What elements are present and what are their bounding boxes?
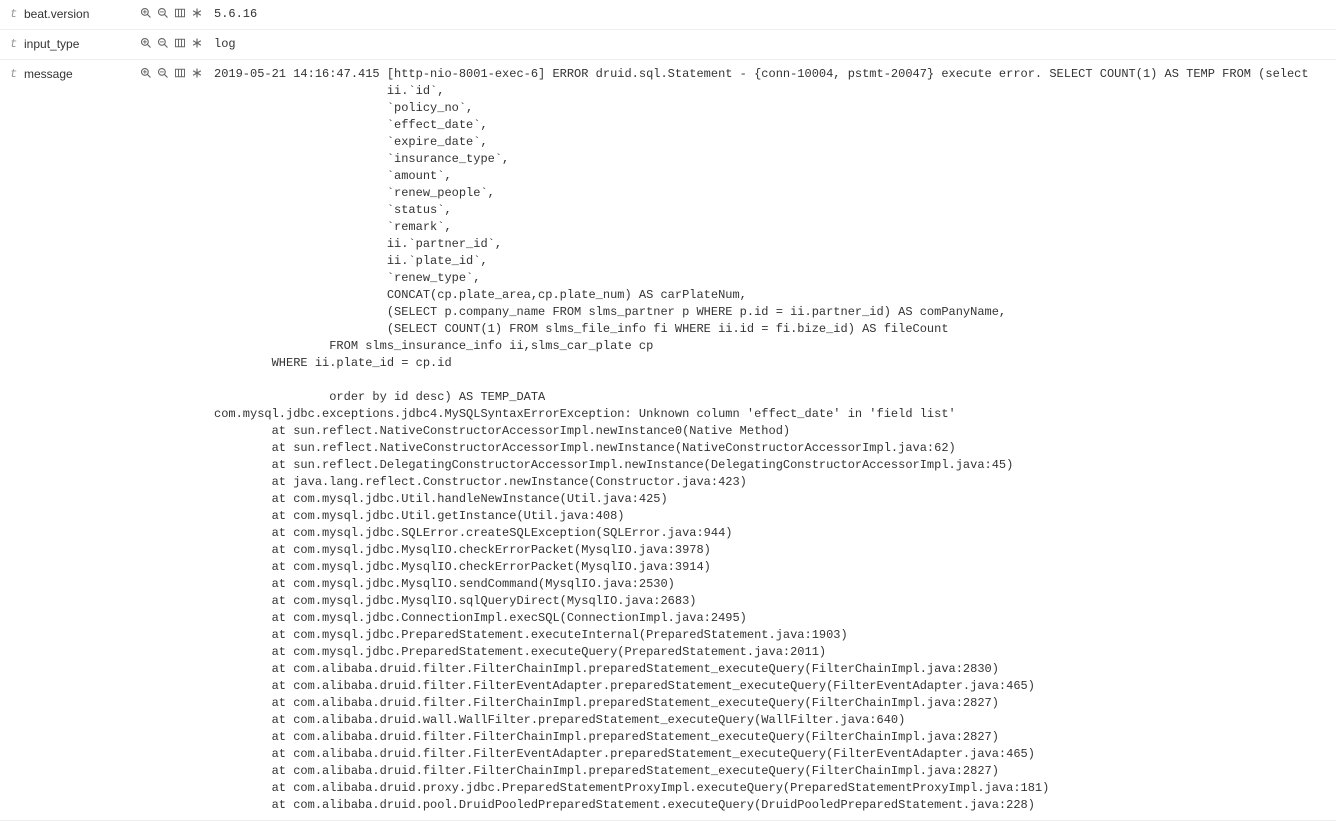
field-actions (139, 36, 214, 50)
field-name-label: input_type (24, 36, 139, 51)
zoom-out-icon[interactable] (156, 66, 170, 80)
filter-exists-icon[interactable] (190, 36, 204, 50)
filter-exists-icon[interactable] (190, 6, 204, 20)
field-row: tmessage 2019-05-21 14:16:47.415 [http-ni… (0, 60, 1336, 821)
field-type-indicator: t (10, 6, 24, 21)
toggle-column-icon[interactable] (173, 36, 187, 50)
field-value: 2019-05-21 14:16:47.415 [http-nio-8001-e… (214, 66, 1326, 814)
toggle-column-icon[interactable] (173, 6, 187, 20)
field-type-indicator: t (10, 66, 24, 81)
field-actions (139, 6, 214, 20)
zoom-in-icon[interactable] (139, 66, 153, 80)
filter-exists-icon[interactable] (190, 66, 204, 80)
field-row: tbeat.version 5.6.16 (0, 0, 1336, 30)
field-name-label: beat.version (24, 6, 139, 21)
zoom-in-icon[interactable] (139, 36, 153, 50)
field-row: tinput_type log (0, 30, 1336, 60)
field-type-indicator: t (10, 36, 24, 51)
zoom-out-icon[interactable] (156, 6, 170, 20)
field-actions (139, 66, 214, 80)
zoom-in-icon[interactable] (139, 6, 153, 20)
toggle-column-icon[interactable] (173, 66, 187, 80)
zoom-out-icon[interactable] (156, 36, 170, 50)
field-value: 5.6.16 (214, 6, 1326, 23)
field-name-label: message (24, 66, 139, 81)
field-value: log (214, 36, 1326, 53)
